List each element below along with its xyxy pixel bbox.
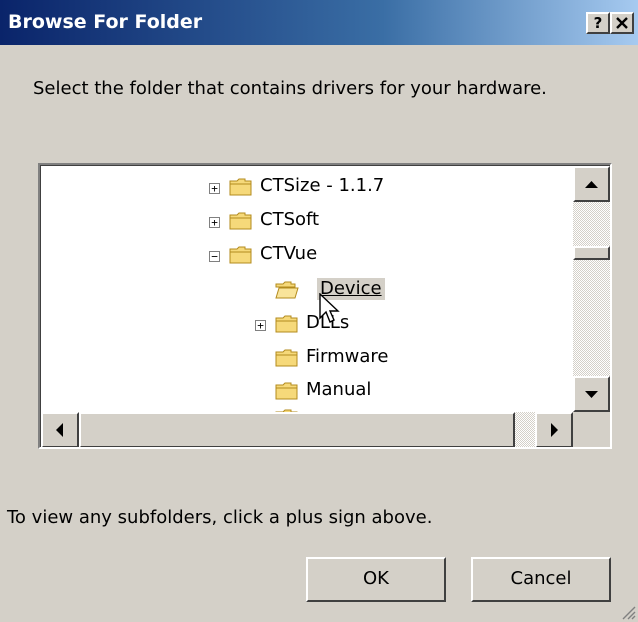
help-button[interactable]: ? bbox=[586, 12, 610, 34]
tree-label: CTSize - 1.1.7 bbox=[260, 175, 385, 196]
scroll-up-button[interactable] bbox=[573, 166, 610, 202]
tree-label: CTVue bbox=[260, 243, 318, 264]
arrow-up-icon bbox=[585, 181, 598, 188]
scroll-down-button[interactable] bbox=[573, 376, 610, 412]
arrow-right-icon bbox=[551, 423, 558, 437]
window-title: Browse For Folder bbox=[8, 11, 203, 33]
folder-icon bbox=[275, 315, 298, 333]
expand-icon[interactable]: + bbox=[255, 320, 266, 331]
close-button[interactable] bbox=[610, 12, 634, 34]
tree-node-ctvue[interactable]: − CTVue bbox=[209, 243, 549, 273]
cancel-button[interactable]: Cancel bbox=[471, 557, 611, 602]
folder-icon bbox=[275, 382, 298, 400]
expand-icon[interactable]: + bbox=[209, 183, 220, 194]
tree-node-ctsoft[interactable]: + CTSoft bbox=[209, 209, 549, 239]
resize-grip-icon[interactable] bbox=[620, 604, 636, 620]
tree-node-device[interactable]: Device bbox=[275, 278, 555, 308]
ok-button[interactable]: OK bbox=[306, 557, 446, 602]
scroll-left-button[interactable] bbox=[41, 412, 79, 447]
folder-tree[interactable]: + CTSize - 1.1.7 + CTSoft − CTVue Device… bbox=[38, 163, 612, 449]
scroll-thumb[interactable] bbox=[573, 246, 610, 260]
title-bar[interactable]: Browse For Folder ? bbox=[0, 0, 638, 45]
mouse-cursor-icon bbox=[319, 293, 340, 323]
horizontal-scrollbar[interactable] bbox=[41, 412, 573, 447]
folder-open-icon bbox=[275, 281, 299, 299]
hint-text: To view any subfolders, click a plus sig… bbox=[7, 507, 433, 528]
tree-node-firmware[interactable]: Firmware bbox=[275, 346, 555, 376]
arrow-down-icon bbox=[585, 391, 598, 398]
tree-label: Manual bbox=[306, 379, 372, 400]
folder-icon bbox=[229, 246, 252, 264]
vertical-scrollbar[interactable] bbox=[573, 166, 610, 412]
arrow-left-icon bbox=[56, 423, 63, 437]
tree-label: CTSoft bbox=[260, 209, 320, 230]
folder-icon bbox=[275, 349, 298, 367]
collapse-icon[interactable]: − bbox=[209, 251, 220, 262]
folder-icon bbox=[229, 178, 252, 196]
scroll-right-button[interactable] bbox=[535, 412, 573, 447]
tree-label: Firmware bbox=[306, 346, 389, 367]
folder-icon bbox=[229, 212, 252, 230]
close-icon bbox=[616, 17, 628, 29]
instruction-text: Select the folder that contains drivers … bbox=[33, 78, 547, 99]
tree-node-dlls[interactable]: + DLLs bbox=[255, 312, 555, 342]
horizontal-scroll-thumb[interactable] bbox=[79, 412, 515, 447]
tree-node-manual[interactable]: Manual bbox=[275, 379, 555, 409]
expand-icon[interactable]: + bbox=[209, 217, 220, 228]
scrollbar-corner bbox=[573, 412, 610, 447]
tree-node-ctsize[interactable]: + CTSize - 1.1.7 bbox=[209, 175, 549, 205]
